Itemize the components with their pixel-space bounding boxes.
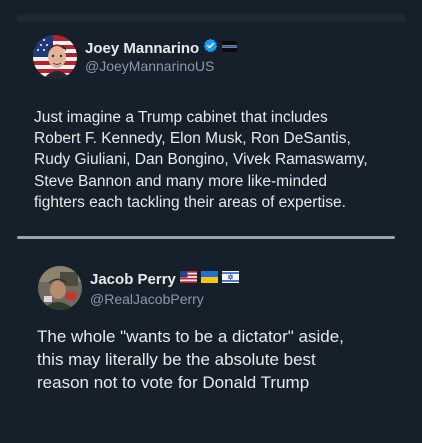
- us-flag-icon: [179, 270, 197, 288]
- avatar-image: [33, 35, 77, 79]
- tweet-text: The whole "wants to be a dictator" aside…: [37, 327, 344, 392]
- handle[interactable]: @JoeyMannarinoUS: [85, 58, 214, 74]
- israel-flag-icon: [221, 270, 239, 288]
- thin-blue-line-flag-icon: [222, 39, 238, 57]
- avatar[interactable]: [38, 266, 82, 310]
- reply-tweet[interactable]: Jacob Perry @RealJacobPerry The whole "w…: [0, 262, 422, 432]
- tweet-text: Just imagine a Trump cabinet that includ…: [34, 109, 368, 211]
- avatar[interactable]: [33, 35, 77, 79]
- author-row: Joey Mannarino: [85, 38, 238, 58]
- handle[interactable]: @RealJacobPerry: [90, 291, 204, 307]
- display-name[interactable]: Jacob Perry: [90, 271, 176, 288]
- quoted-tweet[interactable]: Joey Mannarino @JoeyMannarinoUS Just ima…: [0, 30, 422, 230]
- display-name[interactable]: Joey Mannarino: [85, 40, 199, 57]
- avatar-image: [38, 266, 82, 310]
- ukraine-flag-icon: [200, 270, 218, 288]
- verified-badge-icon: [203, 38, 218, 58]
- author-row: Jacob Perry: [90, 270, 239, 288]
- divider: [17, 236, 395, 239]
- top-edge-bar: [17, 14, 405, 22]
